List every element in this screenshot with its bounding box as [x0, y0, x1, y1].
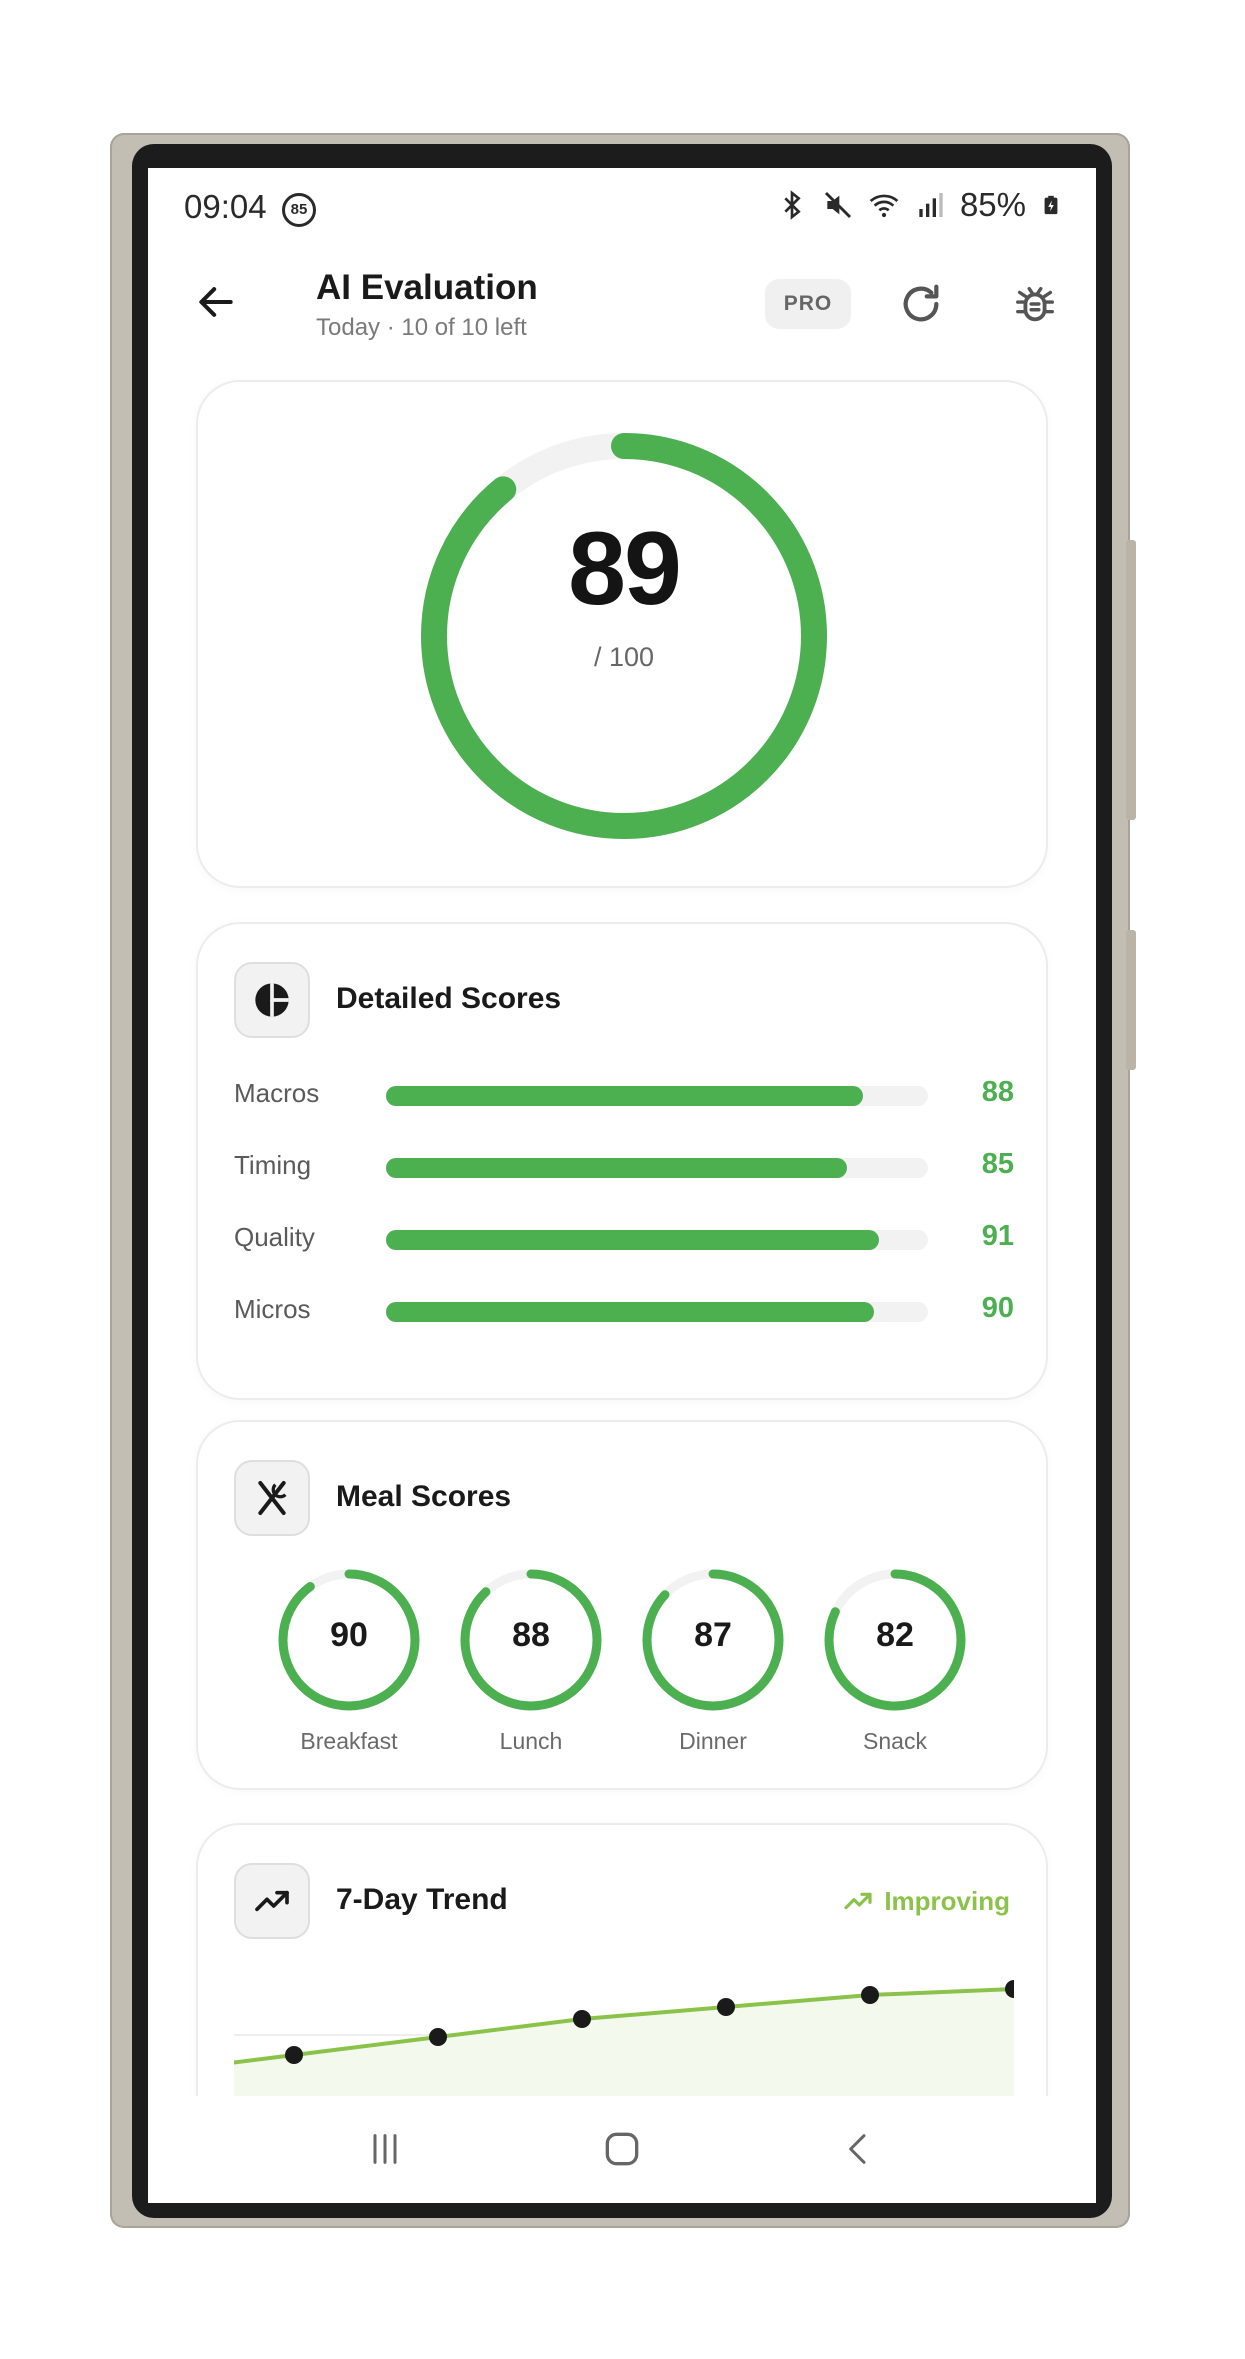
overall-score-ring — [421, 433, 827, 839]
back-arrow-icon — [199, 287, 233, 317]
overall-score-arc — [421, 433, 827, 839]
chart-point[interactable] — [429, 2028, 447, 2046]
meal-score-label: Lunch — [499, 1728, 563, 1754]
debug-button[interactable] — [1007, 276, 1063, 332]
page-subtitle: Today · 10 of 10 left — [316, 314, 527, 341]
trend-chart — [234, 1980, 1014, 2097]
overall-score-value: 89 — [568, 511, 682, 627]
score-row-label: Micros — [234, 1294, 311, 1324]
meal-scores-icon-box — [234, 1460, 310, 1536]
score-row-label: Macros — [234, 1078, 320, 1108]
score-bar-fill — [386, 1302, 874, 1322]
back-nav-button[interactable] — [824, 2114, 894, 2184]
status-icons: 85% — [776, 186, 1062, 224]
back-nav-icon — [849, 2134, 866, 2164]
trend-status-label: Improving — [884, 1885, 1010, 1916]
recent-apps-button[interactable] — [350, 2114, 420, 2184]
score-bar-fill — [386, 1158, 847, 1178]
trend-status: Improving — [842, 1885, 1010, 1917]
score-row-value: 85 — [981, 1148, 1014, 1180]
device-side-button — [1126, 540, 1136, 820]
score-bar-track — [386, 1302, 928, 1322]
bluetooth-icon — [784, 190, 801, 220]
page-title: AI Evaluation — [316, 268, 538, 307]
score-row-value: 90 — [981, 1292, 1014, 1324]
detailed-scores-icon-box — [234, 962, 310, 1038]
app-header: AI Evaluation Today · 10 of 10 left PRO — [148, 248, 1096, 358]
battery-percent: 85% — [959, 186, 1026, 223]
refresh-button[interactable] — [893, 276, 949, 332]
trend-icon-box — [234, 1863, 310, 1939]
meal-score-value: 90 — [330, 1616, 368, 1654]
phone-screen: 09:04 85 85% AI Evaluation Today · 10 of… — [148, 168, 1096, 2203]
meal-scores-card: Meal Scores 90 Breakfast 88 Lunch 87 Din… — [196, 1420, 1048, 1790]
meal-score-snack[interactable]: 82 Snack — [820, 1568, 970, 1768]
score-bar-track — [386, 1230, 928, 1250]
chart-point[interactable] — [573, 2010, 591, 2028]
score-row-timing: Timing 85 — [234, 1146, 1014, 1186]
meal-score-label: Snack — [863, 1728, 927, 1754]
status-time: 09:04 — [184, 188, 267, 225]
detailed-scores-card: Detailed Scores Macros 88 Timing 85 Qual… — [196, 922, 1048, 1400]
signal-icon — [919, 193, 943, 217]
overall-score-max: / 100 — [593, 642, 655, 672]
meal-score-value: 82 — [876, 1616, 914, 1654]
score-row-macros: Macros 88 — [234, 1074, 1014, 1114]
score-bar-fill — [386, 1086, 863, 1106]
score-row-label: Timing — [234, 1150, 312, 1180]
chart-area — [234, 1989, 1014, 2097]
device-side-button — [1126, 930, 1136, 1070]
trending-up-icon — [255, 1890, 289, 1912]
mute-icon — [824, 191, 851, 219]
meal-score-breakfast[interactable]: 90 Breakfast — [274, 1568, 424, 1768]
score-row-value: 91 — [981, 1220, 1014, 1252]
utensils-icon — [258, 1481, 287, 1515]
score-row-micros: Micros 90 — [234, 1290, 1014, 1330]
meal-score-dinner[interactable]: 87 Dinner — [638, 1568, 788, 1768]
score-row-value: 88 — [981, 1076, 1014, 1108]
home-button[interactable] — [587, 2114, 657, 2184]
notification-badge: 85 — [282, 193, 316, 227]
trend-title: 7-Day Trend — [336, 1883, 508, 1916]
meal-score-lunch[interactable]: 88 Lunch — [456, 1568, 606, 1768]
back-button[interactable] — [188, 274, 244, 330]
meal-score-label: Dinner — [679, 1728, 747, 1754]
home-icon — [605, 2132, 639, 2166]
score-row-quality: Quality 91 — [234, 1218, 1014, 1258]
score-bar-track — [386, 1086, 928, 1106]
meal-score-value: 87 — [694, 1616, 732, 1654]
pro-badge[interactable]: PRO — [765, 279, 851, 329]
meal-score-label: Breakfast — [300, 1728, 398, 1754]
battery-charging-icon — [1044, 195, 1058, 215]
score-bar-fill — [386, 1230, 880, 1250]
meal-score-value: 88 — [512, 1616, 550, 1654]
refresh-icon — [903, 284, 939, 322]
wifi-icon — [869, 194, 899, 218]
chart-point[interactable] — [717, 1998, 735, 2016]
trending-up-icon — [844, 1892, 872, 1910]
score-row-label: Quality — [234, 1222, 315, 1252]
detailed-scores-title: Detailed Scores — [336, 982, 562, 1015]
chart-point[interactable] — [861, 1986, 879, 2004]
chart-point[interactable] — [285, 2046, 303, 2064]
pie-chart-icon — [255, 983, 289, 1017]
score-bar-track — [386, 1158, 928, 1178]
recent-apps-icon — [373, 2134, 397, 2164]
overall-score-card: 89 / 100 — [196, 380, 1048, 888]
meal-scores-title: Meal Scores — [336, 1480, 512, 1513]
status-bar: 09:04 85 85% — [148, 168, 1096, 248]
navigation-bar — [148, 2096, 1096, 2203]
bug-icon — [1016, 286, 1054, 322]
